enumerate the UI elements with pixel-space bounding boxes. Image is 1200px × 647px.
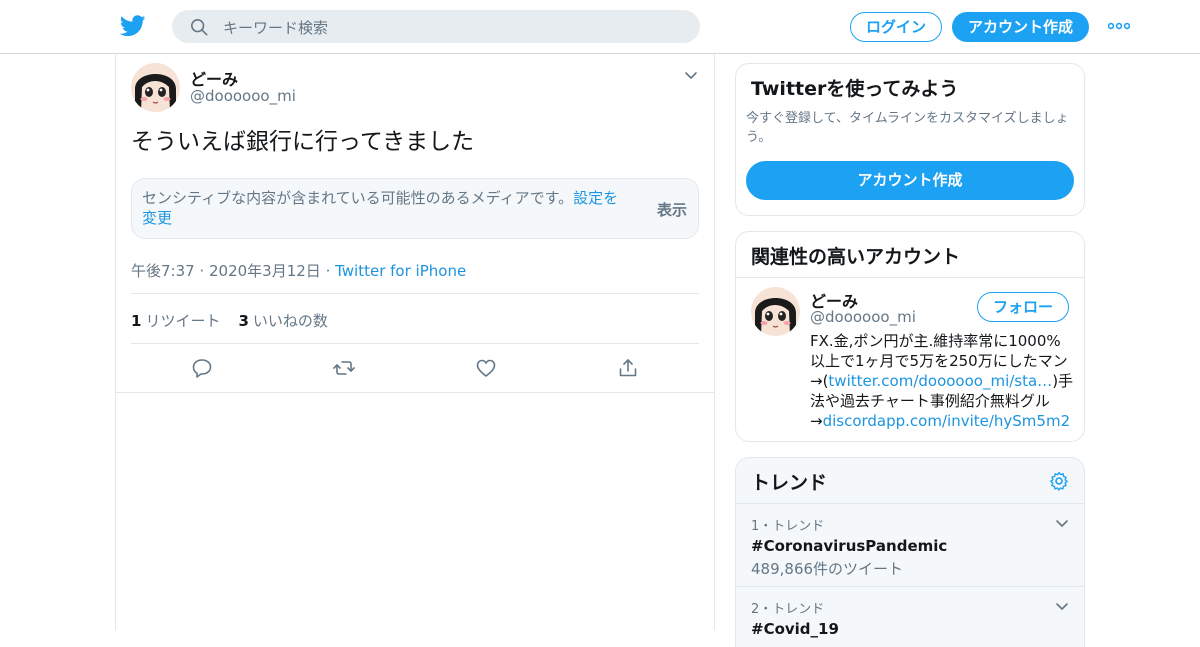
divider [131, 293, 699, 294]
chevron-down-icon[interactable] [1054, 599, 1070, 613]
reply-icon[interactable] [191, 357, 213, 379]
trends-card: トレンド 1・トレンド #CoronavirusPandemic 489,866… [735, 457, 1085, 647]
create-account-button[interactable]: アカウント作成 [746, 161, 1074, 200]
retweet-icon[interactable] [333, 357, 355, 379]
top-navigation-bar: キーワード検索 ログイン アカウント作成 [0, 0, 1200, 54]
sensitive-media-notice: センシティブな内容が含まれている可能性のあるメディアです。設定を変更 表示 [131, 178, 699, 239]
twitter-logo-icon[interactable] [120, 14, 146, 38]
sensitive-media-message: センシティブな内容が含まれている可能性のあるメディアです。設定を変更 [142, 189, 619, 227]
avatar[interactable] [751, 287, 800, 336]
login-button[interactable]: ログイン [850, 12, 942, 42]
share-icon[interactable] [617, 357, 639, 379]
trend-hashtag[interactable]: #CoronavirusPandemic [751, 537, 1071, 555]
tweet-metadata: 午後7:37 · 2020年3月12日 · Twitter for iPhone [131, 262, 467, 280]
divider [736, 503, 1084, 504]
more-options-icon[interactable] [1108, 22, 1130, 30]
show-media-button[interactable]: 表示 [657, 199, 687, 220]
related-accounts-card: 関連性の高いアカウント どーみ @doooooo_mi フォロー FX.金,ポン… [735, 231, 1085, 442]
like-heart-icon[interactable] [475, 357, 497, 379]
chevron-down-icon[interactable] [683, 68, 699, 82]
related-account-handle[interactable]: @doooooo_mi [810, 308, 916, 326]
search-icon [190, 18, 208, 36]
signup-promo-card: Twitterを使ってみよう 今すぐ登録して、タイムラインをカスタマイズしましょ… [735, 63, 1085, 216]
like-stat[interactable]: 3 いいねの数 [238, 312, 327, 330]
search-input[interactable]: キーワード検索 [223, 17, 328, 38]
related-account-bio: FX.金,ポン円が主.維持率常に1000%以上で1ヶ月で5万を250万にしたマン… [810, 332, 1074, 430]
retweet-stat[interactable]: 1 リツイート [131, 312, 220, 330]
avatar[interactable] [131, 63, 180, 112]
divider [736, 586, 1084, 587]
card-title: 関連性の高いアカウント [751, 246, 961, 268]
tweet-timestamp[interactable]: 午後7:37 · 2020年3月12日 [131, 262, 321, 280]
bio-link[interactable]: twitter.com/doooooo_mi/sta… [828, 372, 1052, 390]
tweet-stats: 1 リツイート 3 いいねの数 [131, 310, 328, 331]
trend-hashtag[interactable]: #Covid_19 [751, 620, 1071, 638]
trend-rank: 2・トレンド [751, 602, 825, 617]
card-description: 今すぐ登録して、タイムラインをカスタマイズしましょう。 [746, 111, 1069, 145]
tweet-source[interactable]: Twitter for iPhone [335, 262, 466, 280]
divider [131, 343, 699, 344]
tweet-text: そういえば銀行に行ってきました [131, 129, 475, 155]
trend-rank: 1・トレンド [751, 519, 825, 534]
gear-icon[interactable] [1049, 471, 1069, 491]
trend-item[interactable]: 2・トレンド #Covid_19 [751, 598, 1071, 638]
bio-link[interactable]: discordapp.com/invite/hySm5m2 [823, 412, 1071, 430]
trend-tweet-count: 489,866件のツイート [751, 560, 904, 578]
chevron-down-icon[interactable] [1054, 516, 1070, 530]
tweet-author-handle[interactable]: @doooooo_mi [190, 87, 296, 105]
trend-item[interactable]: 1・トレンド #CoronavirusPandemic 489,866件のツイー… [751, 515, 1071, 579]
card-title: トレンド [751, 472, 828, 494]
signup-button[interactable]: アカウント作成 [952, 12, 1089, 42]
card-title: Twitterを使ってみよう [751, 78, 959, 100]
search-bar[interactable]: キーワード検索 [172, 10, 700, 43]
divider [736, 277, 1084, 278]
follow-button[interactable]: フォロー [977, 292, 1069, 322]
divider [115, 392, 715, 393]
